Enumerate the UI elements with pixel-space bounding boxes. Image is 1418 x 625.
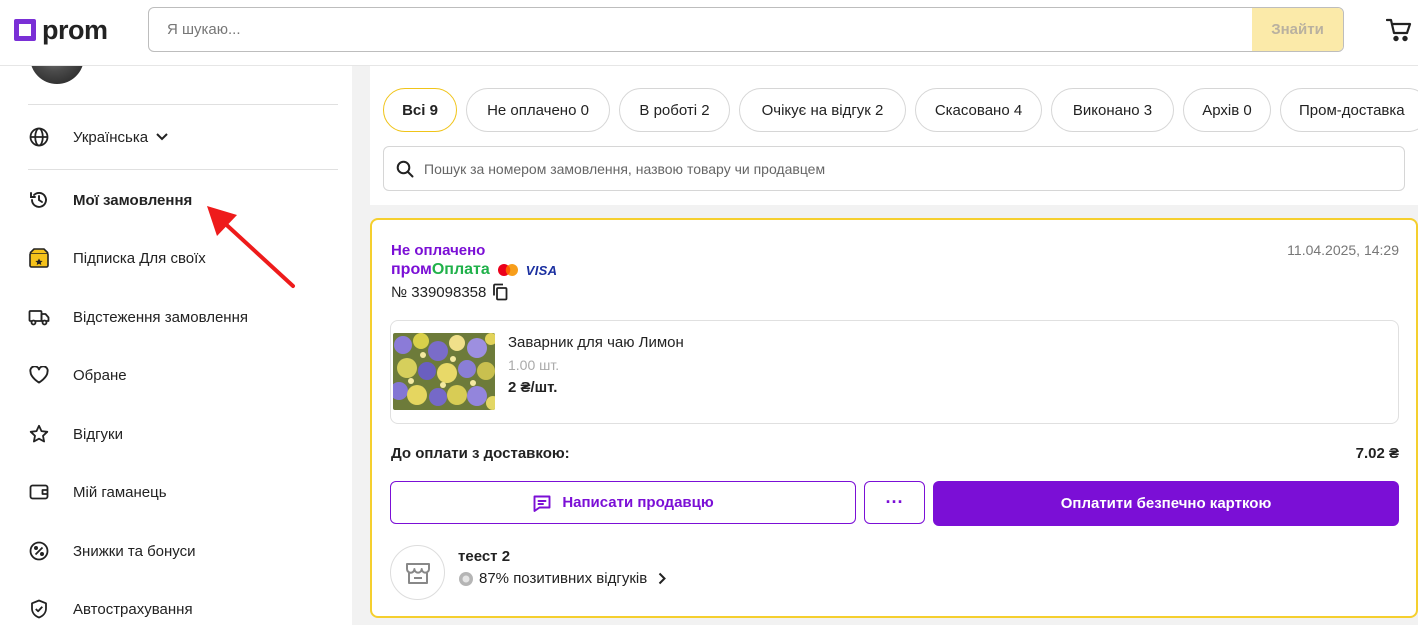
prom-pay-logo: промОплата <box>391 261 490 279</box>
seller-name[interactable]: теест 2 <box>458 548 510 565</box>
filter-chip-completed[interactable]: Виконано 3 <box>1051 88 1174 132</box>
cart-icon[interactable] <box>1385 17 1412 43</box>
sidebar-divider <box>28 169 338 170</box>
total-value: 7.02 ₴ <box>1355 445 1399 462</box>
order-card: Не оплачено промОплата VISA № 339098358 … <box>370 218 1418 618</box>
filter-chip-in-progress[interactable]: В роботі 2 <box>619 88 730 132</box>
total-label: До оплати з доставкою: <box>391 445 570 462</box>
order-search-bar <box>383 146 1405 191</box>
sidebar-item-label: Знижки та бонуси <box>73 542 196 560</box>
filter-chip-unpaid[interactable]: Не оплачено 0 <box>466 88 610 132</box>
filter-chip-cancelled[interactable]: Скасовано 4 <box>915 88 1042 132</box>
sidebar-item-label: Відстеження замовлення <box>73 308 248 326</box>
sidebar-divider <box>28 104 338 105</box>
sidebar: Українська Мої замовлення Підписка Для с… <box>0 66 352 625</box>
chevron-down-icon <box>156 133 168 141</box>
order-number: № 339098358 <box>391 283 508 301</box>
filter-chip-archive[interactable]: Архів 0 <box>1183 88 1271 132</box>
shield-icon <box>28 598 50 620</box>
sidebar-item-label: Мої замовлення <box>73 191 193 209</box>
search-icon <box>396 160 414 178</box>
heart-icon <box>28 364 50 386</box>
visa-logo: VISA <box>525 262 558 278</box>
more-options-button[interactable]: ··· <box>864 481 925 524</box>
search-button[interactable]: Знайти <box>1252 8 1343 51</box>
product-image[interactable] <box>393 333 495 410</box>
logo-square-icon <box>14 19 36 41</box>
order-search-input[interactable] <box>424 160 1384 177</box>
sidebar-item-favorites[interactable]: Обране <box>28 355 338 395</box>
pay-by-card-button[interactable]: Оплатити безпечно карткою <box>933 481 1399 526</box>
filter-chip-all[interactable]: Всі 9 <box>383 88 457 132</box>
sidebar-item-reviews[interactable]: Відгуки <box>28 414 338 454</box>
language-label: Українська <box>73 128 149 146</box>
seller-rating-link[interactable]: 87% позитивних відгуків <box>458 570 667 587</box>
sidebar-item-wallet[interactable]: Мій гаманець <box>28 472 338 512</box>
chevron-right-icon <box>658 572 667 585</box>
prom-pay-logo-part: Оплата <box>431 261 490 278</box>
filter-panel: Всі 9 Не оплачено 0 В роботі 2 Очікує на… <box>370 66 1418 205</box>
copy-icon[interactable] <box>492 283 508 301</box>
product-quantity: 1.00 шт. <box>508 357 560 373</box>
sidebar-item-label: Автострахування <box>73 600 193 618</box>
product-price: 2 ₴/шт. <box>508 379 558 396</box>
seller-avatar[interactable] <box>390 545 445 600</box>
sidebar-item-insurance[interactable]: Автострахування <box>28 589 338 625</box>
filter-chip-awaiting-review[interactable]: Очікує на відгук 2 <box>739 88 906 132</box>
order-date: 11.04.2025, 14:29 <box>1287 242 1399 258</box>
filter-chip-prom-delivery[interactable]: Пром-доставка <box>1280 88 1418 132</box>
history-icon <box>28 189 50 211</box>
order-number-text: № 339098358 <box>391 283 487 301</box>
wallet-icon <box>28 481 50 503</box>
user-avatar[interactable] <box>30 66 84 84</box>
language-selector[interactable]: Українська <box>28 117 338 157</box>
store-icon <box>405 561 431 585</box>
search-input[interactable] <box>149 8 1253 51</box>
payment-methods: промОплата VISA <box>391 261 557 279</box>
top-header: prom Знайти <box>0 0 1418 66</box>
search-bar: Знайти <box>148 7 1344 52</box>
truck-icon <box>28 306 50 328</box>
mastercard-icon <box>497 263 519 277</box>
sidebar-item-tracking[interactable]: Відстеження замовлення <box>28 297 338 337</box>
prom-pay-logo-part: пром <box>391 261 432 278</box>
globe-icon <box>28 126 50 148</box>
prom-logo[interactable]: prom <box>14 16 108 44</box>
write-seller-button[interactable]: Написати продавцю <box>390 481 856 524</box>
star-icon <box>28 423 50 445</box>
sidebar-item-label: Підписка Для своїх <box>73 249 206 267</box>
sidebar-item-discounts[interactable]: Знижки та бонуси <box>28 531 338 571</box>
sidebar-item-label: Обране <box>73 366 127 384</box>
discount-icon <box>28 540 50 562</box>
sidebar-item-label: Мій гаманець <box>73 483 167 501</box>
chat-icon <box>532 493 552 513</box>
sidebar-item-label: Відгуки <box>73 425 124 443</box>
order-status: Не оплачено <box>391 242 486 259</box>
write-seller-label: Написати продавцю <box>562 494 714 511</box>
badge-icon <box>458 571 474 587</box>
product-name[interactable]: Заварник для чаю Лимон <box>508 334 684 351</box>
seller-rating-text: 87% позитивних відгуків <box>479 570 648 587</box>
product-item[interactable]: Заварник для чаю Лимон 1.00 шт. 2 ₴/шт. <box>390 320 1399 424</box>
red-arrow-annotation <box>207 206 295 288</box>
logo-text: prom <box>42 15 108 45</box>
subscription-box-icon <box>28 247 50 269</box>
